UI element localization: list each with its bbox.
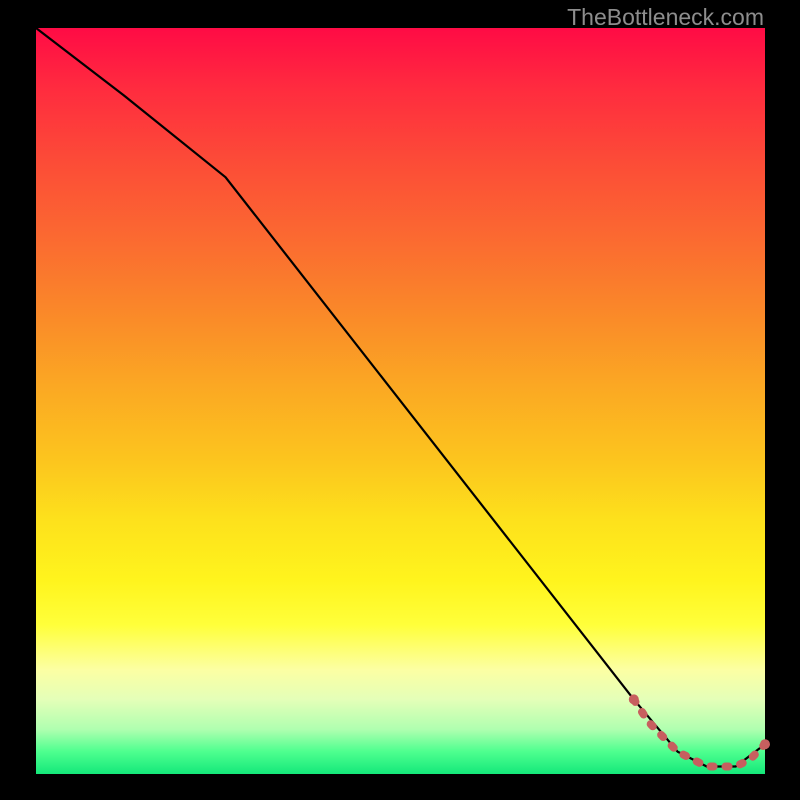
plot-area xyxy=(36,28,765,774)
watermark-text: TheBottleneck.com xyxy=(567,4,764,31)
chart-stage: TheBottleneck.com xyxy=(0,0,800,800)
